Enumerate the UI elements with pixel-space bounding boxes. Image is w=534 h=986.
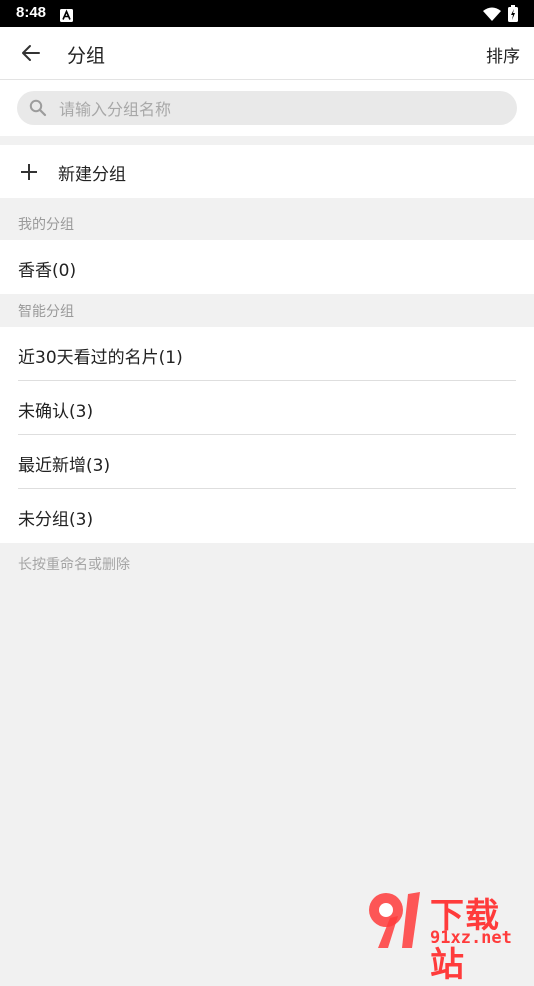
smart-groups-header: 智能分组 [18, 304, 74, 320]
list-item[interactable]: 未确认(3) [0, 381, 534, 435]
my-groups-list: 香香(0) [0, 240, 534, 294]
group-name: 未分组(3) [18, 510, 94, 530]
page-title: 分组 [67, 45, 106, 67]
list-item[interactable]: 未分组(3) [0, 489, 534, 543]
search-icon [29, 99, 47, 121]
arrow-left-icon[interactable] [19, 41, 43, 65]
list-item[interactable]: 近30天看过的名片(1) [0, 327, 534, 381]
list-item[interactable]: 最近新增(3) [0, 435, 534, 489]
my-groups-header: 我的分组 [18, 217, 74, 233]
watermark-logo: 下载站 91xz.net [362, 888, 534, 985]
sort-button[interactable]: 排序 [486, 42, 520, 67]
search-section [0, 80, 534, 136]
group-name: 香香(0) [18, 261, 77, 281]
plus-icon [19, 162, 39, 186]
list-item[interactable]: 香香(0) [0, 240, 534, 294]
smart-groups-list: 近30天看过的名片(1) 未确认(3) 最近新增(3) 未分组(3) [0, 327, 534, 543]
group-name: 最近新增(3) [18, 456, 111, 476]
group-name: 未确认(3) [18, 402, 94, 422]
battery-charging-icon [508, 5, 518, 26]
app-bar: 分组 排序 [0, 27, 534, 80]
logo-9-icon [362, 888, 426, 950]
search-input[interactable] [57, 95, 501, 123]
new-group-label: 新建分组 [58, 165, 126, 185]
watermark-url: 91xz.net [430, 928, 512, 948]
status-bar: 8:48 [0, 0, 534, 27]
long-press-hint: 长按重命名或删除 [18, 557, 130, 573]
group-name: 近30天看过的名片(1) [18, 348, 183, 368]
search-bar[interactable] [17, 91, 517, 125]
wifi-icon [483, 6, 501, 25]
status-time: 8:48 [16, 4, 47, 21]
notification-a-icon [60, 7, 73, 26]
new-group-button[interactable]: 新建分组 [0, 145, 534, 198]
